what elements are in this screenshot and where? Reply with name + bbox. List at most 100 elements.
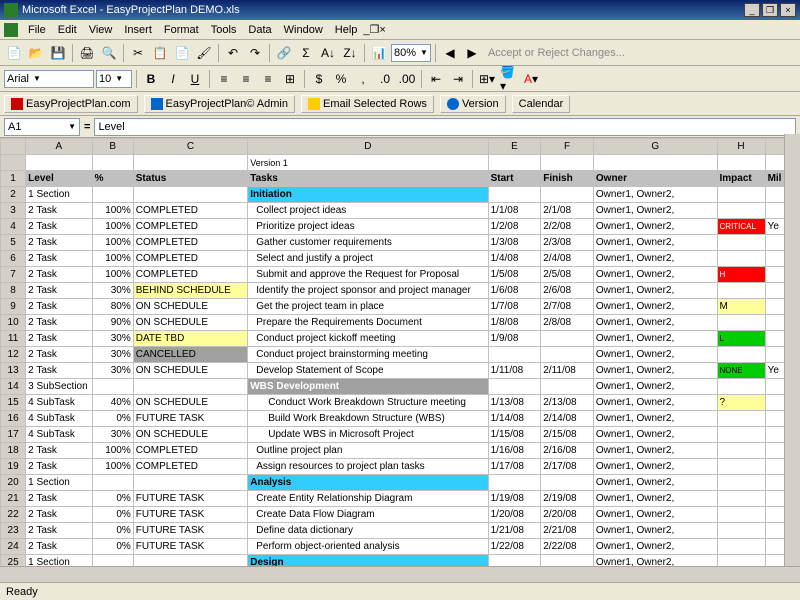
sort-asc-button[interactable]: A↓ (318, 43, 338, 63)
cell-start[interactable]: 1/6/08 (488, 283, 541, 299)
cell-task[interactable]: Conduct Work Breakdown Structure meeting (248, 395, 488, 411)
email-rows-button[interactable]: Email Selected Rows (301, 95, 434, 113)
cell-level[interactable]: 2 Task (26, 331, 92, 347)
cell-owner[interactable]: Owner1, Owner2, (593, 411, 717, 427)
cell-status[interactable]: ON SCHEDULE (133, 427, 247, 443)
new-button[interactable]: 📄 (4, 43, 24, 63)
increase-indent-button[interactable]: ⇥ (448, 69, 468, 89)
row-header[interactable]: 14 (1, 379, 26, 395)
cell-impact[interactable] (717, 491, 765, 507)
cell-impact[interactable] (717, 315, 765, 331)
cell-owner[interactable]: Owner1, Owner2, (593, 267, 717, 283)
col-H[interactable]: H (717, 139, 765, 155)
cell-owner[interactable]: Owner1, Owner2, (593, 251, 717, 267)
row-header[interactable]: 24 (1, 539, 26, 555)
cell-level[interactable]: 2 Task (26, 283, 92, 299)
cell-finish[interactable]: 2/21/08 (541, 523, 594, 539)
row-header[interactable]: 10 (1, 315, 26, 331)
cell-pct[interactable]: 40% (92, 395, 133, 411)
cell-pct[interactable]: 100% (92, 459, 133, 475)
doc-restore-button[interactable]: ❐ (370, 23, 380, 36)
cut-button[interactable]: ✂ (128, 43, 148, 63)
cell-owner[interactable]: Owner1, Owner2, (593, 299, 717, 315)
cell-status[interactable] (133, 379, 247, 395)
cell-status[interactable]: COMPLETED (133, 219, 247, 235)
cell-finish[interactable] (541, 331, 594, 347)
cell-level[interactable]: 4 SubTask (26, 411, 92, 427)
menu-data[interactable]: Data (242, 22, 277, 38)
sort-desc-button[interactable]: Z↓ (340, 43, 360, 63)
merge-button[interactable]: ⊞ (280, 69, 300, 89)
redo-button[interactable]: ↷ (245, 43, 265, 63)
cell-owner[interactable]: Owner1, Owner2, (593, 363, 717, 379)
row-header[interactable]: 15 (1, 395, 26, 411)
cell-impact[interactable]: M (717, 299, 765, 315)
cell-owner[interactable]: Owner1, Owner2, (593, 459, 717, 475)
cell-pct[interactable]: 30% (92, 347, 133, 363)
comma-button[interactable]: , (353, 69, 373, 89)
cell-task[interactable]: Define data dictionary (248, 523, 488, 539)
align-left-button[interactable]: ≡ (214, 69, 234, 89)
cell-finish[interactable]: 2/16/08 (541, 443, 594, 459)
row-header[interactable]: 3 (1, 203, 26, 219)
cell-finish[interactable]: 2/8/08 (541, 315, 594, 331)
cell-status[interactable]: ON SCHEDULE (133, 315, 247, 331)
cell-owner[interactable]: Owner1, Owner2, (593, 315, 717, 331)
doc-close-button[interactable]: × (379, 24, 385, 36)
cell-start[interactable]: 1/14/08 (488, 411, 541, 427)
align-right-button[interactable]: ≡ (258, 69, 278, 89)
row-header[interactable]: 18 (1, 443, 26, 459)
cell-level[interactable]: 2 Task (26, 491, 92, 507)
menu-view[interactable]: View (83, 22, 119, 38)
fontsize-combo[interactable]: 10▼ (96, 70, 132, 88)
row-header[interactable] (1, 155, 26, 171)
cell-start[interactable]: 1/8/08 (488, 315, 541, 331)
col-F[interactable]: F (541, 139, 594, 155)
cell-status[interactable]: COMPLETED (133, 251, 247, 267)
cell-owner[interactable]: Owner1, Owner2, (593, 283, 717, 299)
cell-owner[interactable]: Owner1, Owner2, (593, 219, 717, 235)
cell-level[interactable]: 4 SubTask (26, 395, 92, 411)
hdr-owner[interactable]: Owner (593, 171, 717, 187)
track-changes-label[interactable]: Accept or Reject Changes... (484, 47, 629, 59)
cell-status[interactable]: ON SCHEDULE (133, 363, 247, 379)
menu-insert[interactable]: Insert (118, 22, 158, 38)
cell-impact[interactable] (717, 411, 765, 427)
formula-input[interactable]: Level (94, 118, 796, 136)
row-header[interactable]: 20 (1, 475, 26, 491)
col-D[interactable]: D (248, 139, 488, 155)
cell-level[interactable]: 1 Section (26, 187, 92, 203)
cell-status[interactable]: FUTURE TASK (133, 507, 247, 523)
cell-impact[interactable] (717, 235, 765, 251)
row-header[interactable]: 5 (1, 235, 26, 251)
cell-pct[interactable]: 30% (92, 363, 133, 379)
align-center-button[interactable]: ≡ (236, 69, 256, 89)
cell-status[interactable] (133, 475, 247, 491)
menu-tools[interactable]: Tools (205, 22, 243, 38)
cell-impact[interactable]: L (717, 331, 765, 347)
minimize-button[interactable]: _ (744, 3, 760, 17)
cell-owner[interactable]: Owner1, Owner2, (593, 203, 717, 219)
cell-impact[interactable] (717, 251, 765, 267)
cell-finish[interactable] (541, 187, 594, 203)
cell-task[interactable]: Update WBS in Microsoft Project (248, 427, 488, 443)
cell-finish[interactable]: 2/19/08 (541, 491, 594, 507)
menu-format[interactable]: Format (158, 22, 205, 38)
epp-admin-button[interactable]: EasyProjectPlan© Admin (144, 95, 295, 113)
cell-task[interactable]: Assign resources to project plan tasks (248, 459, 488, 475)
horizontal-scrollbar[interactable] (0, 566, 800, 582)
cell-finish[interactable]: 2/1/08 (541, 203, 594, 219)
menu-file[interactable]: File (22, 22, 52, 38)
cell-task[interactable]: Create Entity Relationship Diagram (248, 491, 488, 507)
cell-level[interactable]: 2 Task (26, 347, 92, 363)
cell-start[interactable]: 1/16/08 (488, 443, 541, 459)
version-label[interactable]: Version 1 (248, 155, 488, 171)
cell-level[interactable]: 2 Task (26, 523, 92, 539)
cell-task[interactable]: Build Work Breakdown Structure (WBS) (248, 411, 488, 427)
cell-level[interactable]: 2 Task (26, 219, 92, 235)
cell-owner[interactable]: Owner1, Owner2, (593, 427, 717, 443)
cell-task[interactable]: Select and justify a project (248, 251, 488, 267)
cell-status[interactable]: BEHIND SCHEDULE (133, 283, 247, 299)
print-button[interactable]: 🖨 (77, 43, 97, 63)
cell-impact[interactable] (717, 203, 765, 219)
